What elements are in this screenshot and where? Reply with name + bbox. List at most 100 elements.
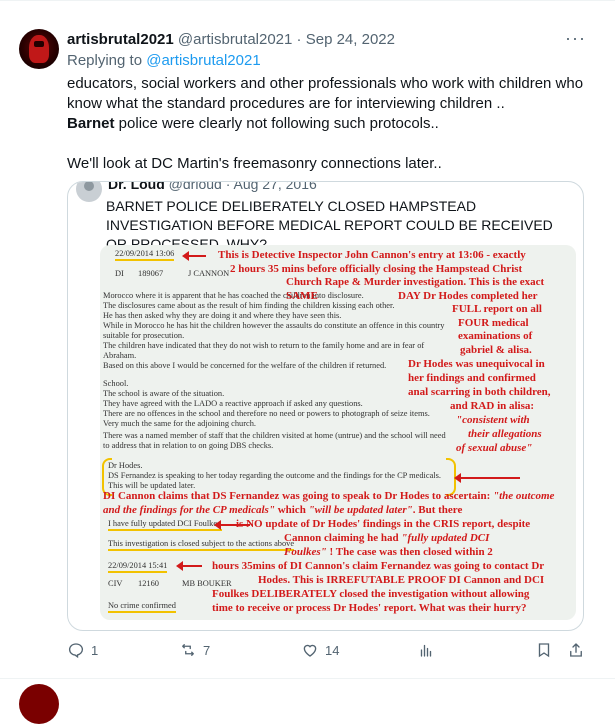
replying-prefix: Replying to	[67, 52, 143, 69]
doc-line: The children have indicated that they do…	[103, 341, 425, 350]
replying-to-link[interactable]: @artisbrutal2021	[146, 52, 260, 69]
retweet-button[interactable]: 7	[179, 641, 210, 659]
annotation: of sexual abuse"	[456, 442, 533, 454]
quoted-header: Dr. Loud @drloud · Aug 27, 2016	[108, 181, 317, 192]
reply-count: 1	[91, 642, 99, 658]
tweet-text-rest: police were clearly not following such p…	[114, 115, 439, 132]
doc-line: School.	[103, 379, 129, 388]
tweet-actions: 1 7 14	[67, 641, 587, 665]
quoted-handle: @drloud	[168, 181, 222, 192]
tweet-text: educators, social workers and other prof…	[67, 74, 597, 174]
avatar-mask	[34, 41, 44, 47]
tweet-text-line: educators, social workers and other prof…	[67, 75, 584, 112]
next-tweet-avatar[interactable]	[19, 684, 59, 724]
annotation-part: DI Cannon claims that DS Fernandez was g…	[103, 490, 493, 502]
annotation-part: Cannon claiming he had	[284, 532, 402, 544]
doc-line: There was a named member of staff that t…	[103, 431, 446, 440]
annotation: Hodes. This is IRREFUTABLE PROOF DI Cann…	[258, 574, 545, 586]
avatar-figure	[29, 35, 49, 63]
hodes-line: DS Fernandez is speaking to her today re…	[108, 471, 441, 480]
annotation: hours 35mins of DI Cannon's claim Fernan…	[212, 560, 545, 572]
annotation: FOUR medical	[458, 317, 529, 329]
annotation: Dr Hodes was unequivocal in	[408, 358, 545, 370]
reply-button[interactable]: 1	[67, 641, 98, 659]
annotation: gabriel & alisa.	[460, 344, 532, 356]
bookmark-button[interactable]	[535, 641, 559, 659]
annotation-part: which	[274, 503, 309, 516]
annotation: her findings and confirmed	[408, 372, 536, 384]
annotation: "consistent with	[456, 414, 530, 426]
bottom-divider	[0, 678, 615, 679]
annotation: This is Detective Inspector John Cannon'…	[218, 249, 526, 261]
annotation-part: . But there	[412, 503, 463, 516]
doc-line: suitable for prosecution.	[103, 331, 185, 340]
doc-line: The school is aware of the situation.	[103, 389, 225, 398]
annotation-quote: "fully updated DCI	[401, 532, 490, 544]
quoted-date: · Aug 27, 2016	[225, 181, 317, 192]
like-count: 14	[325, 642, 340, 658]
analytics-button[interactable]	[417, 641, 441, 659]
retweet-icon	[182, 644, 194, 656]
closing-date: 22/09/2014 15:41	[108, 561, 168, 573]
top-divider	[0, 0, 615, 1]
closed-line: This investigation is closed subject to …	[108, 539, 295, 551]
arrow-icon	[182, 251, 206, 261]
reply-icon	[68, 643, 84, 659]
separator: ·	[296, 31, 302, 48]
quoted-avatar	[76, 182, 102, 202]
annotation: their allegations	[468, 428, 542, 440]
annotation: Cannon claiming he had "fully updated DC…	[284, 532, 489, 546]
updated-line: I have fully updated DCI Foulkes.	[108, 519, 223, 531]
like-button[interactable]: 14	[301, 641, 339, 659]
annotation: time to receive or process Dr Hodes' rep…	[212, 602, 527, 614]
doc-line: to address that in relation to on going …	[103, 441, 274, 450]
entry-rank: DI	[115, 269, 124, 278]
annotation: examinations of	[458, 330, 533, 342]
entry-name: J CANNON	[188, 269, 230, 278]
annotation: DAY Dr Hodes completed her	[398, 290, 538, 302]
quoted-name: Dr. Loud	[108, 181, 165, 192]
quoted-tweet[interactable]: Dr. Loud @drloud · Aug 27, 2016 BARNET P…	[67, 181, 584, 631]
closing-number: 12160	[138, 579, 159, 588]
doc-line: Based on this above I would be concerned…	[103, 361, 387, 370]
annotation: is NO update of Dr Hodes' findings in th…	[236, 518, 531, 530]
bookmark-icon	[538, 643, 550, 658]
doc-line: He has then asked why they are doing it …	[103, 311, 342, 320]
doc-line: Abraham.	[103, 351, 137, 360]
handle[interactable]: @artisbrutal2021	[178, 31, 292, 48]
annotation-part: ! The case was then closed within 2	[326, 546, 493, 558]
entry-number: 189067	[138, 269, 164, 278]
tweet-text-line: Barnet police were clearly not following…	[67, 114, 597, 134]
no-crime: No crime confirmed	[108, 601, 176, 613]
doc-line: Very much the same for the adjoining chu…	[103, 419, 257, 428]
more-options-icon[interactable]: ···	[565, 28, 586, 49]
annotation: anal scarring in both children,	[408, 386, 551, 398]
share-button[interactable]	[567, 641, 591, 659]
replying-to: Replying to @artisbrutal2021	[67, 52, 261, 69]
annotation: Foulkes" ! The case was then closed with…	[284, 546, 493, 560]
arrow-icon	[454, 473, 520, 483]
tweet-date[interactable]: Sep 24, 2022	[306, 31, 395, 48]
analytics-icon	[420, 644, 432, 657]
annotation-quote: Foulkes"	[284, 546, 327, 558]
hodes-line: Dr Hodes.	[108, 461, 143, 470]
heart-icon	[303, 644, 317, 657]
share-icon	[570, 643, 582, 657]
annotation: and RAD in alisa:	[450, 400, 535, 412]
bold-word: Barnet	[67, 115, 115, 132]
tweet-text-line: We'll look at DC Martin's freemasonry co…	[67, 155, 442, 172]
annotation: 2 hours 35 mins before officially closin…	[230, 263, 523, 275]
doc-line: While in Morocco he has hit the children…	[103, 321, 445, 330]
annotation-quote: "will be updated later"	[308, 503, 413, 516]
avatar[interactable]	[19, 29, 59, 69]
entry-date: 22/09/2014 13:06	[115, 249, 175, 261]
closing-rank: CIV	[108, 579, 123, 588]
doc-line: They have agreed with the LADO a reactiv…	[103, 399, 363, 408]
display-name[interactable]: artisbrutal2021	[67, 31, 174, 48]
retweet-count: 7	[203, 642, 211, 658]
tweet-header: artisbrutal2021 @artisbrutal2021 · Sep 2…	[67, 31, 395, 48]
quoted-image[interactable]: 22/09/2014 13:06 DI 189067 J CANNON Moro…	[100, 245, 576, 620]
annotation: DI Cannon claims that DS Fernandez was g…	[103, 490, 573, 517]
annotation: FULL report on all	[452, 303, 542, 315]
doc-line: There are no offences in the school and …	[103, 409, 430, 418]
